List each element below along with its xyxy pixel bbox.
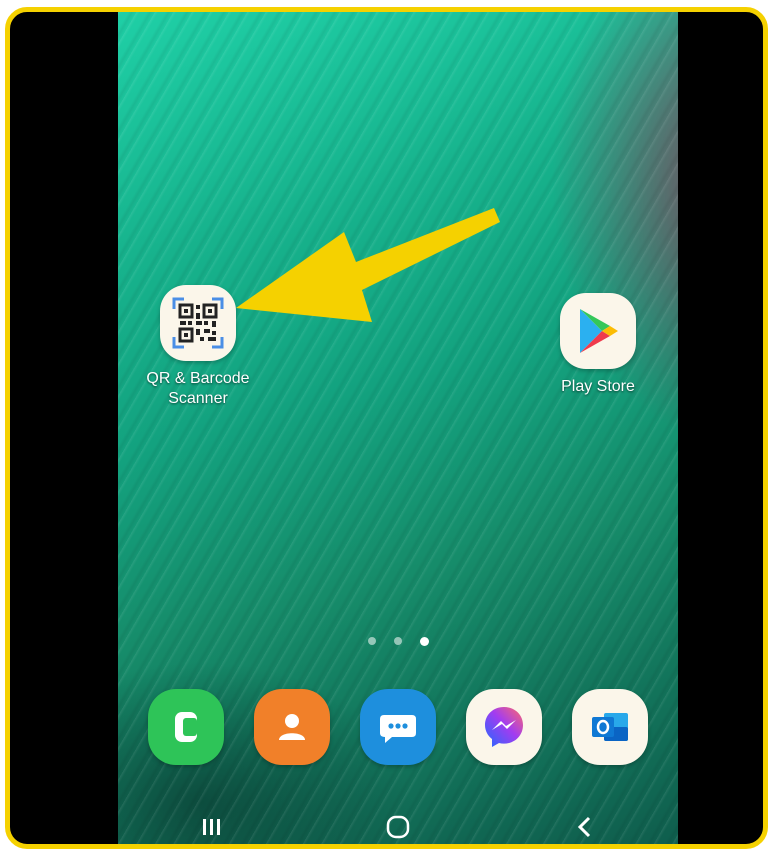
play-store-icon bbox=[560, 293, 636, 369]
navigation-bar bbox=[118, 802, 678, 844]
contacts-icon bbox=[279, 714, 305, 740]
page-dot bbox=[393, 637, 402, 645]
dock-outlook-app[interactable] bbox=[572, 689, 648, 765]
phone-icon bbox=[175, 712, 197, 742]
qr-code-icon bbox=[160, 285, 236, 361]
app-label-play-store: Play Store bbox=[561, 378, 635, 395]
arrow-icon bbox=[236, 208, 500, 322]
messenger-icon bbox=[485, 707, 523, 747]
app-play-store[interactable]: Play Store bbox=[538, 293, 658, 397]
recent-apps-button[interactable] bbox=[181, 807, 241, 844]
page-dot-active bbox=[419, 636, 429, 646]
device-frame: QR & Barcode Scanner Play Store bbox=[5, 7, 768, 849]
messages-icon bbox=[380, 715, 416, 743]
dock-phone-app[interactable] bbox=[148, 689, 224, 765]
dock-messenger-app[interactable] bbox=[466, 689, 542, 765]
dock-contacts-app[interactable] bbox=[254, 689, 330, 765]
dock bbox=[148, 689, 648, 765]
recents-icon bbox=[203, 819, 221, 835]
outlook-icon bbox=[592, 713, 628, 741]
page-indicator bbox=[118, 636, 678, 646]
home-icon bbox=[386, 815, 410, 839]
dock-messages-app[interactable] bbox=[360, 689, 436, 765]
back-icon bbox=[577, 816, 590, 838]
page-dot bbox=[367, 637, 376, 645]
app-label-qr-barcode-scanner: QR & Barcode Scanner bbox=[146, 370, 250, 407]
back-button[interactable] bbox=[555, 807, 615, 844]
home-screen: QR & Barcode Scanner Play Store bbox=[118, 12, 678, 844]
home-button[interactable] bbox=[368, 807, 428, 844]
